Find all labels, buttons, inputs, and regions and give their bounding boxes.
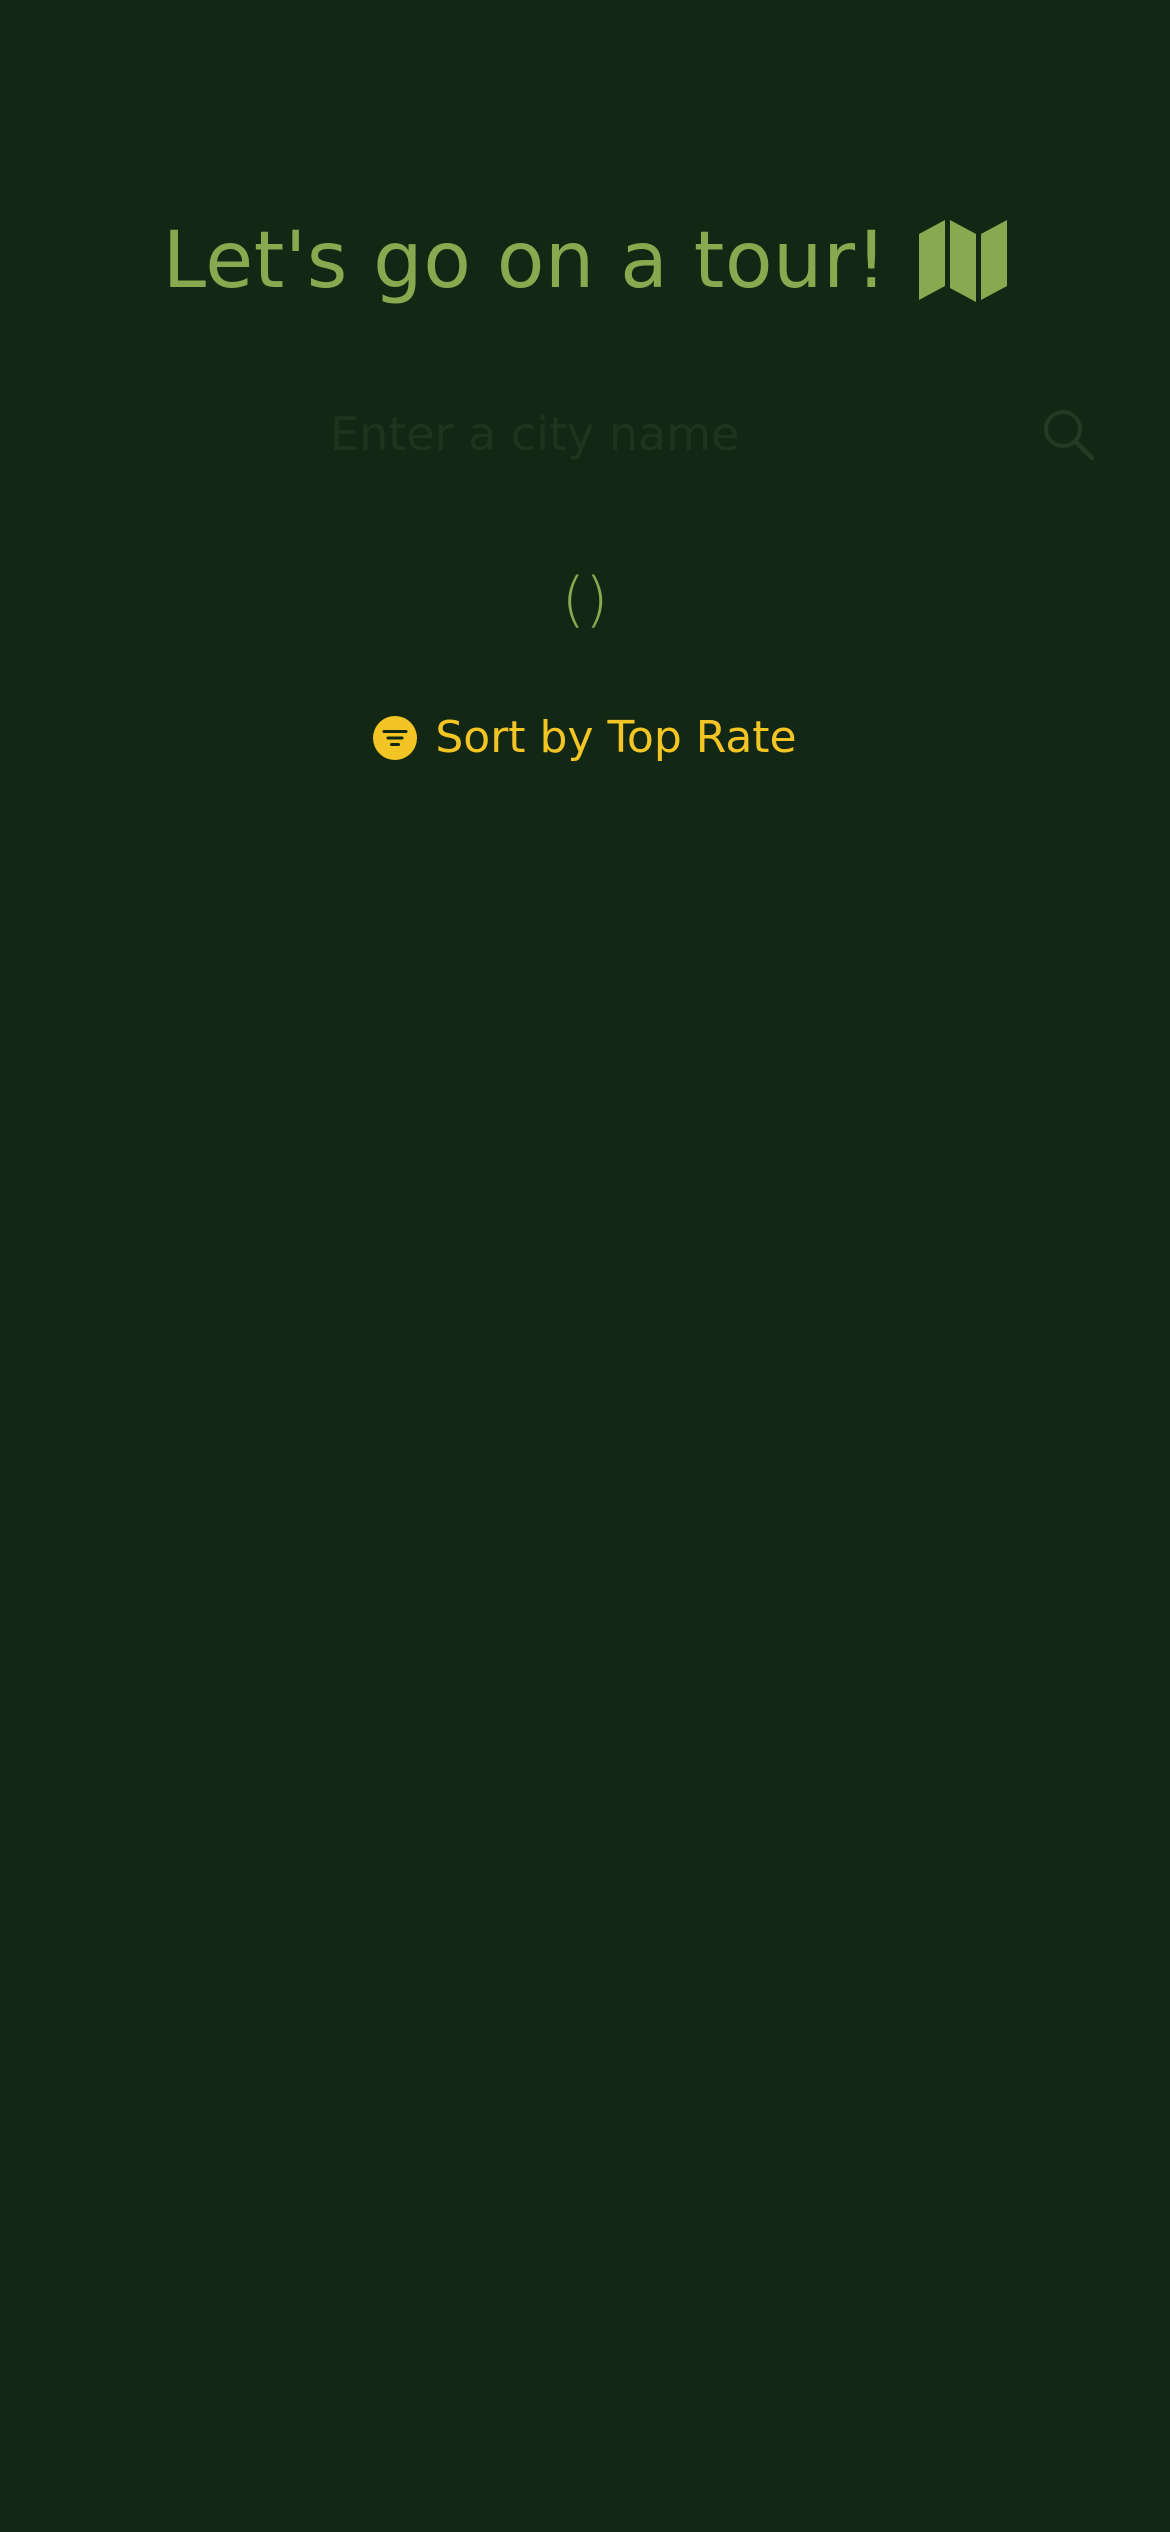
sort-label: Sort by Top Rate <box>435 712 797 763</box>
sort-button[interactable]: Sort by Top Rate <box>0 706 1170 770</box>
results-count: () <box>561 565 609 635</box>
page-title: Let's go on a tour! <box>162 216 888 306</box>
search-icon[interactable] <box>1040 406 1096 462</box>
map-icon <box>919 220 1008 302</box>
filter-icon <box>373 716 418 760</box>
page-header: Let's go on a tour! <box>0 196 1170 326</box>
search-bar <box>0 390 1170 478</box>
city-search-input[interactable] <box>330 390 990 478</box>
